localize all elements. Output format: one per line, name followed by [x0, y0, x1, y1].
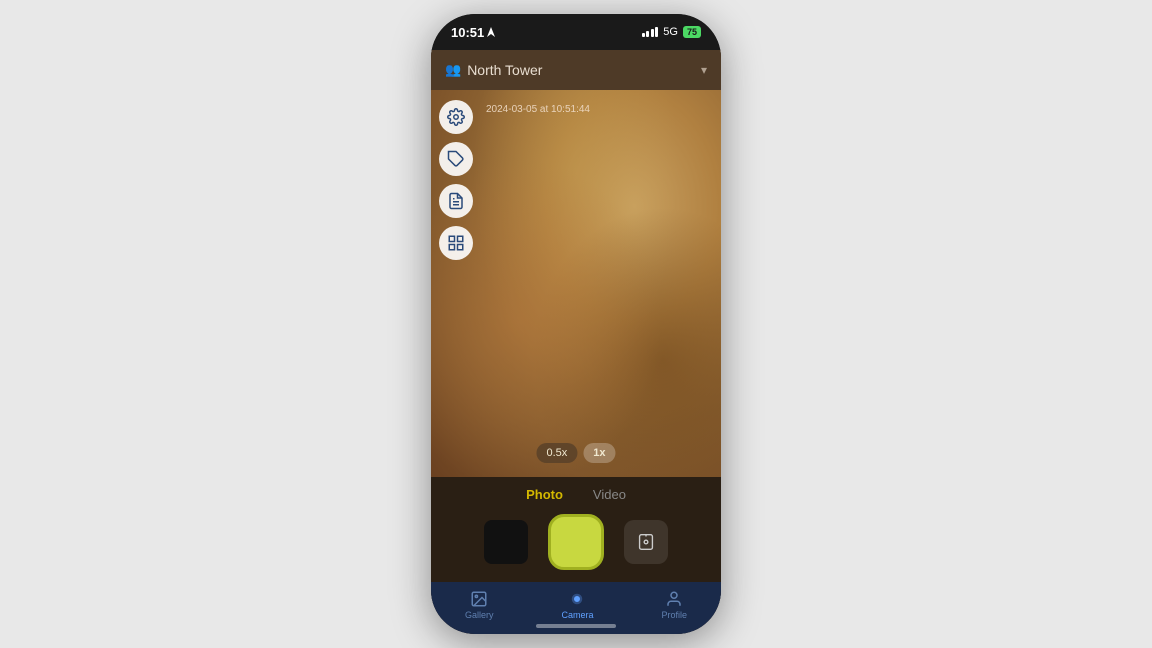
gallery-nav-label: Gallery: [465, 610, 494, 620]
flip-camera-button[interactable]: [624, 520, 668, 564]
status-right: 5G 75: [642, 26, 701, 38]
nav-gallery[interactable]: Gallery: [465, 590, 494, 620]
home-bar: [536, 624, 616, 628]
time-display: 10:51: [451, 25, 484, 40]
main-content: 👥 North Tower ▾: [431, 50, 721, 634]
camera-nav-label: Camera: [561, 610, 593, 620]
mode-tabs: Photo Video: [431, 477, 721, 508]
nav-bar: Gallery Camera Profile: [431, 582, 721, 624]
home-indicator: [431, 624, 721, 634]
status-time: 10:51: [451, 25, 495, 40]
zoom-1x-button[interactable]: 1x: [583, 443, 615, 463]
gear-icon: [447, 108, 465, 126]
tag-icon: [447, 150, 465, 168]
signal-bars-icon: [642, 27, 659, 37]
camera-background: [431, 90, 721, 477]
gallery-thumbnail[interactable]: [484, 520, 528, 564]
capture-row: [431, 508, 721, 582]
network-type: 5G: [663, 26, 678, 38]
battery-badge: 75: [683, 26, 701, 38]
camera-nav-icon: [568, 590, 586, 608]
grid-button[interactable]: [439, 226, 473, 260]
document-button[interactable]: [439, 184, 473, 218]
grid-icon: [447, 234, 465, 252]
side-toolbar: [439, 100, 473, 260]
document-icon: [447, 192, 465, 210]
location-bar[interactable]: 👥 North Tower ▾: [431, 50, 721, 90]
bottom-panel: Photo Video: [431, 477, 721, 582]
video-mode-tab[interactable]: Video: [593, 487, 626, 502]
shutter-button[interactable]: [548, 514, 604, 570]
photo-mode-tab[interactable]: Photo: [526, 487, 563, 502]
gallery-nav-icon: [470, 590, 488, 608]
zoom-05x-button[interactable]: 0.5x: [536, 443, 577, 463]
settings-button[interactable]: [439, 100, 473, 134]
location-name: North Tower: [467, 62, 542, 78]
tag-button[interactable]: [439, 142, 473, 176]
location-arrow-icon: [487, 27, 495, 37]
group-icon: 👥: [445, 62, 461, 78]
profile-nav-icon: [665, 590, 683, 608]
nav-profile[interactable]: Profile: [661, 590, 687, 620]
nav-camera[interactable]: Camera: [561, 590, 593, 620]
flip-icon: [635, 531, 657, 553]
chevron-down-icon: ▾: [701, 63, 707, 77]
zoom-controls: 0.5x 1x: [536, 443, 615, 463]
profile-nav-label: Profile: [661, 610, 687, 620]
timestamp-label: 2024-03-05 at 10:51:44: [486, 104, 590, 115]
phone-frame: 10:51 5G 75 👥 North Tower ▾: [431, 14, 721, 634]
status-bar: 10:51 5G 75: [431, 14, 721, 50]
camera-viewfinder: 2024-03-05 at 10:51:44 0.5x 1x: [431, 90, 721, 477]
